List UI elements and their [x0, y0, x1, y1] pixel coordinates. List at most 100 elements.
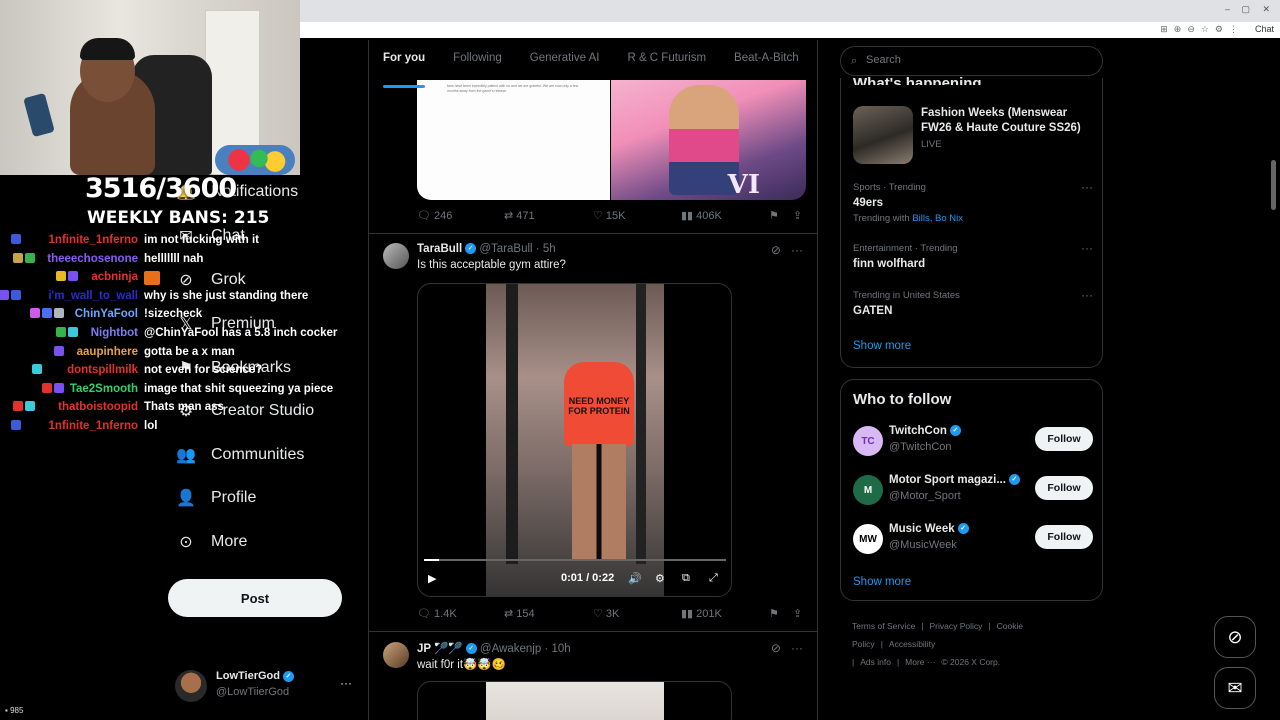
- badge-icon: [25, 252, 36, 263]
- chat-message: dontspillmilk not even for science?: [0, 362, 360, 381]
- more-icon[interactable]: ···: [1081, 241, 1093, 255]
- chat-username[interactable]: Tae2Smooth: [70, 383, 138, 395]
- chat-username[interactable]: Nightbot: [91, 327, 138, 339]
- nav-item-label: More: [211, 533, 248, 550]
- suggestion-name-text: Motor Sport magazi...: [889, 474, 1006, 486]
- volume-icon[interactable]: 🔊: [628, 572, 642, 585]
- chat-username[interactable]: 1nfinite_1nferno: [49, 420, 138, 432]
- tweet-media[interactable]: [417, 681, 732, 720]
- tweet-media[interactable]: fans have been incredibly patient with u…: [417, 80, 806, 200]
- chat-username[interactable]: acbninja: [91, 271, 138, 283]
- verified-icon: ✓: [282, 670, 294, 682]
- follow-button[interactable]: Follow: [1035, 525, 1093, 549]
- show-more-link[interactable]: Show more: [853, 576, 911, 588]
- chat-username[interactable]: 1nfinite_1nferno: [49, 234, 138, 246]
- chat-username[interactable]: aaupinhere: [77, 346, 138, 358]
- chat-username[interactable]: theeechosenone: [47, 253, 138, 265]
- post-button[interactable]: Post: [168, 579, 342, 617]
- scrollbar[interactable]: [1271, 160, 1276, 210]
- footer-link[interactable]: Ads info: [860, 657, 891, 667]
- suggestion-name: TwitchCon ✓: [889, 425, 961, 437]
- avatar[interactable]: [383, 642, 409, 668]
- views-button[interactable]: ▮▮ 406K: [681, 209, 722, 222]
- footer-link[interactable]: Terms of Service: [852, 621, 915, 631]
- share-icon[interactable]: ⇪: [793, 607, 802, 620]
- grok-icon[interactable]: ⊘: [771, 641, 781, 655]
- video-player[interactable]: NEED MONEY FOR PROTEIN ▶ 0:01 / 0:22 🔊 ⚙…: [417, 283, 732, 597]
- tweet-author[interactable]: TaraBull: [417, 243, 462, 255]
- tab-beat-a-bitch[interactable]: Beat-A-Bitch: [720, 40, 813, 80]
- search-placeholder: Search: [866, 54, 901, 66]
- views-button[interactable]: ▮▮ 201K: [681, 607, 722, 620]
- messages-fab-button[interactable]: ✉: [1214, 667, 1256, 709]
- avatar[interactable]: [383, 243, 409, 269]
- more-icon[interactable]: ···: [791, 641, 803, 655]
- browser-chat-button[interactable]: Chat: [1255, 24, 1274, 34]
- share-icon[interactable]: ⇪: [793, 209, 802, 222]
- reply-button[interactable]: 🗨 246: [417, 209, 452, 222]
- repost-button[interactable]: ⇄ 471: [504, 209, 535, 222]
- minimize-button[interactable]: –: [1225, 4, 1230, 14]
- account-switcher[interactable]: LowTierGod ✓ @LowTiierGod ···: [175, 668, 355, 704]
- more-icon[interactable]: ···: [791, 243, 803, 257]
- nav-item-profile[interactable]: 👤 Profile: [175, 487, 256, 509]
- like-button[interactable]: ♡ 3K: [593, 607, 619, 620]
- chat-username[interactable]: thatboistoopid: [58, 401, 138, 413]
- chat-text: helllllll nah: [144, 252, 204, 265]
- like-button[interactable]: ♡ 15K: [593, 209, 626, 222]
- more-icon[interactable]: ···: [1081, 180, 1093, 194]
- more-icon[interactable]: ···: [340, 676, 352, 690]
- trend-name: finn wolfhard: [853, 258, 926, 270]
- tweet-author[interactable]: JP 🏸🏸: [417, 643, 463, 655]
- fullscreen-icon[interactable]: ⤢: [709, 572, 718, 585]
- footer-link[interactable]: More ···: [905, 657, 935, 667]
- grok-icon[interactable]: ⊘: [771, 243, 781, 257]
- tab-generative-ai[interactable]: Generative AI: [516, 40, 614, 80]
- maximize-button[interactable]: ▢: [1241, 4, 1250, 15]
- follow-button[interactable]: Follow: [1035, 476, 1093, 500]
- emote-icon: [144, 271, 160, 286]
- video-progress-bar[interactable]: [424, 559, 726, 561]
- bookmark-icon[interactable]: ⚑: [769, 607, 779, 620]
- play-icon[interactable]: ▶: [428, 572, 436, 585]
- tweet-handle[interactable]: @Awakenjp · 10h: [480, 643, 571, 655]
- follow-suggestion[interactable]: MW Music Week ✓ @MusicWeek Follow: [853, 522, 1093, 556]
- verified-icon: ✓: [949, 425, 961, 437]
- chat-username[interactable]: ChinYaFool: [75, 308, 138, 320]
- close-window-button[interactable]: ✕: [1262, 4, 1270, 15]
- event-image[interactable]: [853, 106, 913, 164]
- footer-link[interactable]: © 2026 X Corp.: [941, 657, 1000, 667]
- tab-following[interactable]: Following: [439, 40, 516, 80]
- follow-button[interactable]: Follow: [1035, 427, 1093, 451]
- video-frame: NEED MONEY FOR PROTEIN: [486, 284, 664, 596]
- trend-item[interactable]: Trending in United States GATEN ···: [853, 288, 1093, 317]
- tweet-tools: ⊘ ···: [771, 243, 803, 257]
- bookmark-icon[interactable]: ⚑: [769, 209, 779, 222]
- trend-with-links[interactable]: Bills, Bo Nix: [912, 213, 963, 224]
- event-title[interactable]: Fashion Weeks (Menswear FW26 & Haute Cou…: [921, 106, 1096, 136]
- nav-item-more[interactable]: ⊙ More: [175, 531, 247, 553]
- grok-fab-button[interactable]: ⊘: [1214, 616, 1256, 658]
- reply-button[interactable]: 🗨 1.4K: [417, 607, 457, 620]
- footer-link[interactable]: Accessibility: [889, 639, 935, 649]
- settings-icon[interactable]: ⚙: [655, 572, 665, 585]
- nav-item-communities[interactable]: 👥 Communities: [175, 444, 304, 466]
- follow-suggestion[interactable]: M Motor Sport magazi... ✓ @Motor_Sport Follo…: [853, 473, 1093, 507]
- chat-badges: [0, 289, 21, 300]
- tab-r-c-futurism[interactable]: R & C Futurism: [613, 40, 720, 80]
- trend-item[interactable]: Sports · Trending 49ers Trending with Bi…: [853, 180, 1093, 224]
- chat-username[interactable]: i'm_wall_to_wall: [48, 290, 138, 302]
- show-more-link[interactable]: Show more: [853, 340, 911, 352]
- toolbar-icons[interactable]: ⊞⊕⊖☆⚙⋮: [1160, 24, 1244, 35]
- tab-for-you[interactable]: For you: [369, 40, 439, 88]
- tweet-handle[interactable]: @TaraBull · 5h: [479, 243, 555, 255]
- chat-username[interactable]: dontspillmilk: [67, 364, 138, 376]
- repost-button[interactable]: ⇄ 154: [504, 607, 535, 620]
- trend-name: GATEN: [853, 305, 893, 317]
- trend-item[interactable]: Entertainment · Trending finn wolfhard ·…: [853, 241, 1093, 270]
- trend-with: Trending with Bills, Bo Nix: [853, 213, 1093, 224]
- footer-link[interactable]: Privacy Policy: [930, 621, 983, 631]
- follow-suggestion[interactable]: TC TwitchCon ✓ @TwitchCon Follow: [853, 424, 1093, 458]
- more-icon[interactable]: ···: [1081, 288, 1093, 302]
- pip-icon[interactable]: ⧉: [682, 572, 690, 585]
